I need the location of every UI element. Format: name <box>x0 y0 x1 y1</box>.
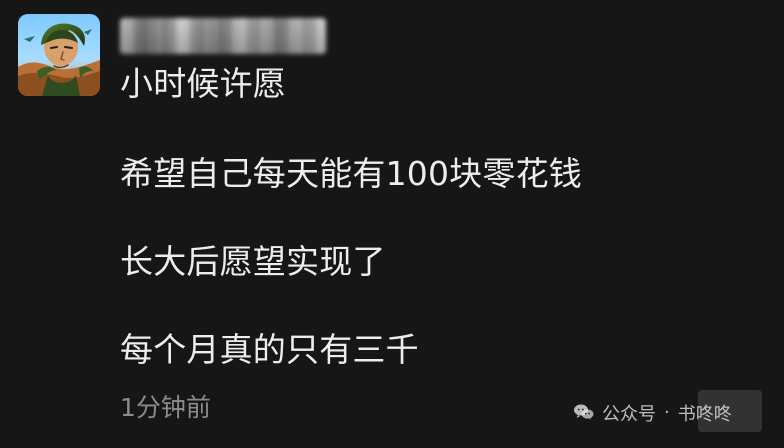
message-line-1: 小时候许愿 <box>120 64 286 103</box>
watermark-source: 公众号 <box>602 403 656 425</box>
message-line-3: 长大后愿望实现了 <box>120 242 386 281</box>
username <box>120 18 326 54</box>
comment-card: 小时候许愿 希望自己每天能有100块零花钱 长大后愿望实现了 每个月真的只有三千… <box>0 0 784 448</box>
timestamp: 1分钟前 <box>120 393 211 422</box>
watermark-name: 书咚咚 <box>677 403 732 425</box>
message-line-4: 每个月真的只有三千 <box>120 330 419 369</box>
watermark: 公众号 · 书咚咚 <box>572 392 774 432</box>
watermark-separator: · <box>664 401 670 423</box>
wechat-icon <box>574 404 594 420</box>
avatar-image <box>18 14 100 96</box>
avatar[interactable] <box>18 14 100 96</box>
message-line-2: 希望自己每天能有100块零花钱 <box>120 154 582 193</box>
